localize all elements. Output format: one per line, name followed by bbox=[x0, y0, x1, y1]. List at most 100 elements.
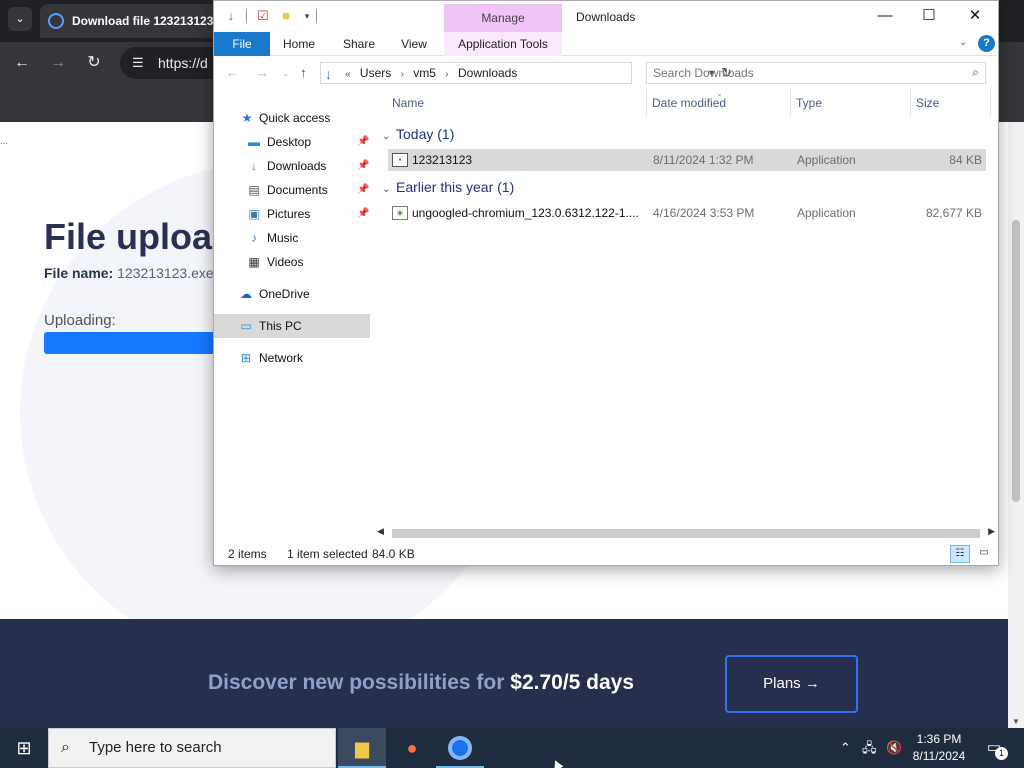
column-divider[interactable] bbox=[790, 89, 791, 117]
back-arrow-icon[interactable]: ← bbox=[226, 65, 239, 80]
toolbar-divider bbox=[316, 9, 317, 23]
browser-tab-title: Download file 123213123.e bbox=[72, 14, 224, 28]
sidebar-item-quick-access[interactable]: ★ Quick access bbox=[214, 106, 370, 130]
file-date: 8/11/2024 1:32 PM bbox=[653, 153, 754, 167]
recent-locations-chevron-icon[interactable]: ⌄ bbox=[282, 68, 290, 79]
toolbar-divider bbox=[246, 9, 247, 23]
pin-icon[interactable]: 📌 bbox=[357, 130, 369, 154]
system-clock[interactable]: 1:36 PM 8/11/2024 bbox=[906, 731, 972, 765]
reload-icon[interactable]: ↻ bbox=[82, 51, 106, 75]
taskbar-search[interactable]: ⌕ Type here to search bbox=[48, 728, 336, 768]
scroll-right-icon[interactable]: ▶ bbox=[988, 526, 995, 537]
pin-icon[interactable]: 📌 bbox=[357, 154, 369, 178]
tab-search-button[interactable]: ⌄ bbox=[8, 7, 32, 31]
navigation-pane: ★ Quick access ▬ Desktop 📌 ↓ Downloads 📌… bbox=[214, 89, 374, 529]
breadcrumb-downloads[interactable]: Downloads bbox=[458, 66, 517, 80]
scrollbar-thumb[interactable] bbox=[392, 529, 980, 538]
sidebar-item-network[interactable]: ⊞ Network bbox=[214, 346, 370, 370]
sidebar-item-onedrive[interactable]: ☁ OneDrive bbox=[214, 282, 370, 306]
file-name-line: File name: 123213123.exe bbox=[44, 265, 214, 281]
pin-icon[interactable]: 📌 bbox=[357, 202, 369, 226]
close-icon[interactable]: ✕ bbox=[952, 1, 998, 31]
back-arrow-icon[interactable]: ← bbox=[10, 51, 34, 75]
sidebar-item-label: Pictures bbox=[267, 207, 311, 221]
browser-tab[interactable]: Download file 123213123.e bbox=[40, 4, 230, 38]
tab-application-tools[interactable]: Application Tools bbox=[444, 32, 562, 56]
column-header-size[interactable]: Size bbox=[916, 96, 939, 110]
windows-start-icon[interactable]: ⊞ bbox=[0, 728, 48, 768]
manage-context-tab[interactable]: Manage bbox=[444, 4, 562, 32]
notification-center-icon[interactable]: ▭ 1 bbox=[982, 736, 1008, 760]
column-header-name[interactable]: Name bbox=[392, 96, 424, 110]
search-input[interactable] bbox=[647, 63, 957, 83]
download-icon: ↓ bbox=[251, 159, 257, 173]
sidebar-item-label: This PC bbox=[259, 319, 302, 333]
network-status-icon[interactable]: 🖧 bbox=[862, 728, 877, 768]
sidebar-item-videos[interactable]: ▦ Videos bbox=[214, 250, 370, 274]
file-row[interactable]: ▪ 123213123 8/11/2024 1:32 PM Applicatio… bbox=[388, 149, 986, 171]
promo-text: Discover new possibilities for $2.70/5 d… bbox=[208, 671, 634, 695]
address-bar[interactable]: ↓ « Users › vm5 › Downloads ▼ ↻ bbox=[320, 62, 732, 84]
sidebar-item-this-pc[interactable]: ▭ This PC bbox=[214, 314, 370, 338]
maximize-icon[interactable]: ☐ bbox=[906, 1, 952, 31]
new-folder-icon[interactable]: ■ bbox=[277, 7, 295, 25]
tab-share[interactable]: Share bbox=[334, 32, 384, 56]
up-arrow-icon[interactable]: ↑ bbox=[300, 65, 307, 80]
scroll-left-icon[interactable]: ◀ bbox=[377, 526, 384, 537]
breadcrumb-users[interactable]: Users bbox=[360, 66, 391, 80]
file-name-value: 123213123.exe bbox=[117, 265, 214, 281]
forward-arrow-icon[interactable]: → bbox=[256, 65, 269, 80]
page-scrollbar[interactable]: ▼ bbox=[1008, 122, 1024, 728]
sidebar-item-documents[interactable]: ▤ Documents 📌 bbox=[214, 178, 370, 202]
column-divider[interactable] bbox=[910, 89, 911, 117]
computer-icon: ▭ bbox=[240, 319, 252, 333]
sidebar-item-music[interactable]: ♪ Music bbox=[214, 226, 370, 250]
properties-icon[interactable]: ☑ bbox=[254, 7, 272, 25]
scroll-down-icon[interactable]: ▼ bbox=[1012, 717, 1020, 726]
sidebar-item-desktop[interactable]: ▬ Desktop 📌 bbox=[214, 130, 370, 154]
expand-ribbon-chevron-icon[interactable]: ⌄ bbox=[959, 37, 967, 48]
chromium-taskbar-icon[interactable] bbox=[436, 728, 484, 768]
column-divider[interactable] bbox=[990, 89, 991, 117]
large-icons-view-icon[interactable]: ▭ bbox=[974, 545, 994, 563]
clock-time: 1:36 PM bbox=[916, 732, 962, 746]
favicon-icon bbox=[48, 13, 64, 29]
search-icon[interactable]: ⌕ bbox=[972, 65, 979, 80]
help-icon[interactable]: ? bbox=[978, 35, 995, 52]
forward-arrow-icon[interactable]: → bbox=[46, 51, 70, 75]
show-hidden-icons-chevron-icon[interactable]: ⌃ bbox=[840, 728, 851, 768]
customize-toolbar-chevron-icon[interactable]: ▾ bbox=[298, 7, 316, 25]
collapse-chevron-icon[interactable]: ⌄ bbox=[382, 126, 396, 148]
file-name-label: File name: bbox=[44, 265, 114, 281]
tab-file[interactable]: File bbox=[214, 32, 270, 56]
sidebar-item-downloads[interactable]: ↓ Downloads 📌 bbox=[214, 154, 370, 178]
details-view-icon[interactable]: ☷ bbox=[950, 545, 970, 563]
file-row[interactable]: ◈ ungoogled-chromium_123.0.6312.122-1...… bbox=[388, 202, 986, 224]
chevron-right-icon[interactable]: › bbox=[401, 69, 404, 80]
group-header-today[interactable]: ⌄ Today (1) bbox=[382, 123, 454, 145]
minimize-icon[interactable]: — bbox=[862, 1, 908, 31]
site-settings-icon[interactable]: ☰ bbox=[132, 47, 144, 79]
quick-access-download-icon[interactable]: ↓ bbox=[222, 7, 240, 25]
column-divider[interactable] bbox=[646, 89, 647, 117]
tab-view[interactable]: View bbox=[390, 32, 438, 56]
scrollbar-thumb[interactable] bbox=[1012, 220, 1020, 502]
group-header-earlier-this-year[interactable]: ⌄ Earlier this year (1) bbox=[382, 176, 514, 198]
search-field[interactable]: ⌕ bbox=[646, 62, 986, 84]
collapse-chevron-icon[interactable]: ⌄ bbox=[382, 179, 396, 201]
volume-muted-icon[interactable]: 🔇 bbox=[886, 728, 902, 768]
tab-home[interactable]: Home bbox=[274, 32, 324, 56]
firefox-taskbar-icon[interactable]: ● bbox=[388, 728, 436, 768]
breadcrumb-vm5[interactable]: vm5 bbox=[413, 66, 436, 80]
horizontal-scrollbar[interactable]: ◀ ▶ bbox=[374, 525, 998, 541]
promo-banner: Discover new possibilities for $2.70/5 d… bbox=[0, 619, 1008, 728]
breadcrumb-overflow[interactable]: « bbox=[345, 69, 351, 80]
plans-button[interactable]: Plans → bbox=[725, 655, 858, 713]
chevron-right-icon[interactable]: › bbox=[445, 69, 448, 80]
column-header-type[interactable]: Type bbox=[796, 96, 822, 110]
document-icon: ▤ bbox=[248, 183, 260, 197]
column-header-date-modified[interactable]: Date modified bbox=[652, 96, 726, 110]
pin-icon[interactable]: 📌 bbox=[357, 178, 369, 202]
sidebar-item-pictures[interactable]: ▣ Pictures 📌 bbox=[214, 202, 370, 226]
file-explorer-taskbar-icon[interactable]: ▆ bbox=[338, 728, 386, 768]
